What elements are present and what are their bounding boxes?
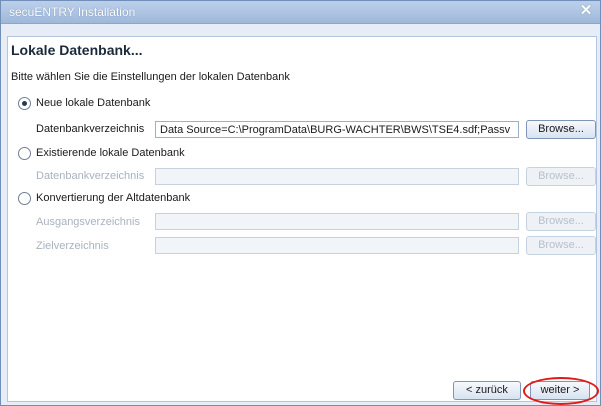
- page-title: Lokale Datenbank...: [11, 42, 143, 58]
- option-label-existierende-lokale-datenbank: Existierende lokale Datenbank: [36, 147, 185, 159]
- option-label-konvertierung: Konvertierung der Altdatenbank: [36, 192, 191, 204]
- field-label-datenbankverzeichnis: Datenbankverzeichnis: [36, 123, 145, 135]
- radio-konvertierung-der-altdatenbank[interactable]: [18, 192, 31, 205]
- browse-button-4[interactable]: Browse...: [526, 236, 596, 255]
- datenbankverzeichnis-input[interactable]: Data Source=C:\ProgramData\BURG-WACHTER\…: [155, 121, 519, 138]
- ausgangsverzeichnis-input[interactable]: [155, 213, 519, 230]
- zielverzeichnis-input[interactable]: [155, 237, 519, 254]
- close-icon[interactable]: ✕: [578, 3, 594, 19]
- field-label-ausgangsverzeichnis: Ausgangsverzeichnis: [36, 216, 140, 228]
- field-label-datenbankverzeichnis-2: Datenbankverzeichnis: [36, 170, 145, 182]
- option-label-neue-lokale-datenbank: Neue lokale Datenbank: [36, 97, 151, 109]
- field-label-zielverzeichnis: Zielverzeichnis: [36, 240, 109, 252]
- radio-existierende-lokale-datenbank[interactable]: [18, 147, 31, 160]
- back-button[interactable]: < zurück: [453, 381, 521, 400]
- browse-button-3[interactable]: Browse...: [526, 212, 596, 231]
- radio-neue-lokale-datenbank[interactable]: [18, 97, 31, 110]
- datenbankverzeichnis-input-2[interactable]: [155, 168, 519, 185]
- browse-button-2[interactable]: Browse...: [526, 167, 596, 186]
- browse-button-1[interactable]: Browse...: [526, 120, 596, 139]
- highlight-ring: [523, 377, 599, 405]
- page-subtitle: Bitte wählen Sie die Einstellungen der l…: [11, 71, 290, 83]
- window-title: secuENTRY Installation: [9, 5, 136, 19]
- title-bar: secuENTRY Installation ✕: [1, 1, 600, 24]
